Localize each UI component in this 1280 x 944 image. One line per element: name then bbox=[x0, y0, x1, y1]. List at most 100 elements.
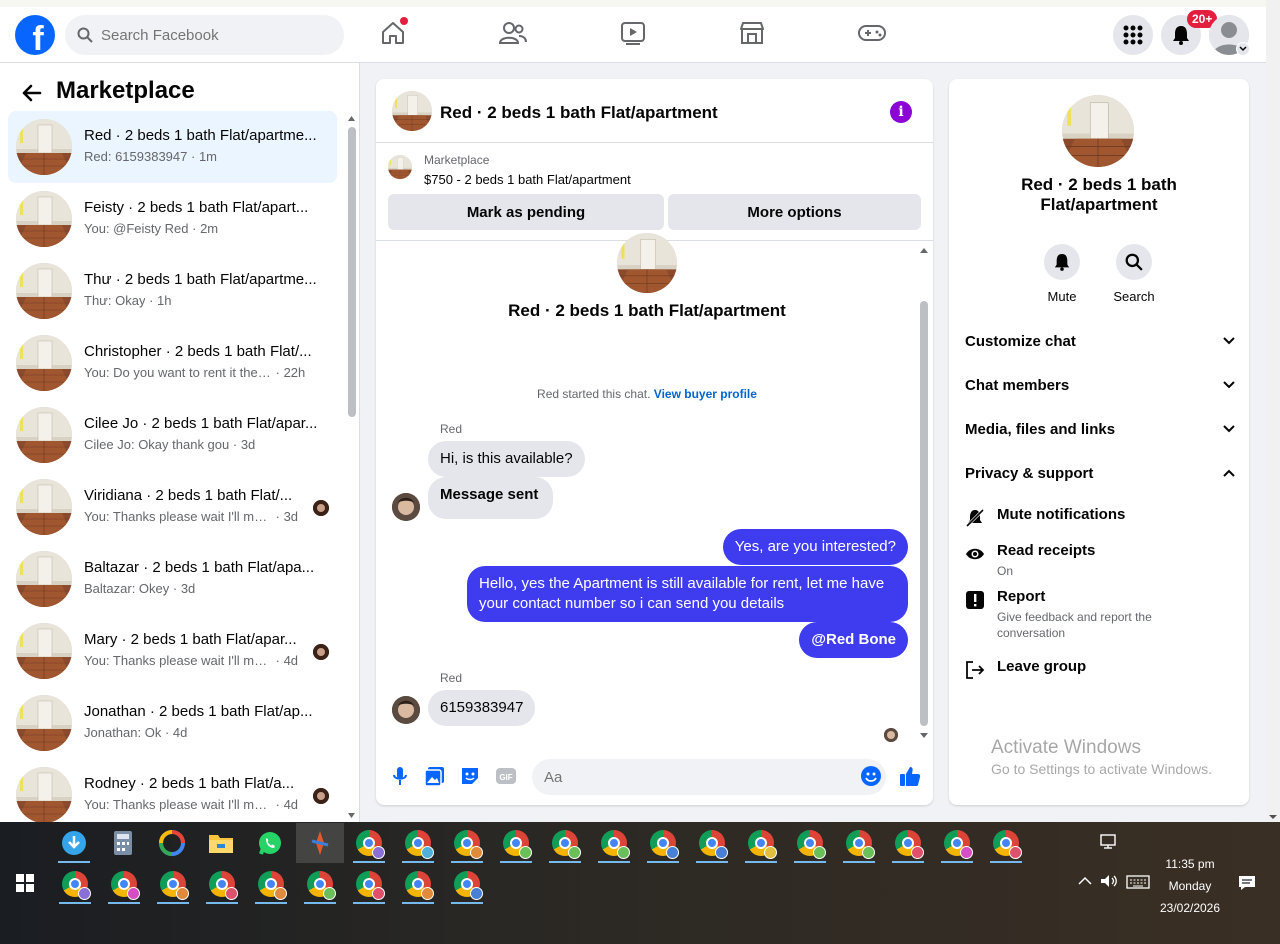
taskbar-chrome-window[interactable] bbox=[688, 823, 736, 863]
search-action[interactable]: Search bbox=[1104, 244, 1164, 304]
search-box[interactable] bbox=[65, 15, 344, 55]
sender-avatar[interactable] bbox=[392, 493, 420, 521]
taskbar-chrome-window[interactable] bbox=[737, 823, 785, 863]
page-scrollbar[interactable] bbox=[1266, 0, 1280, 822]
marketplace-tab[interactable] bbox=[737, 18, 767, 48]
view-buyer-profile-link[interactable]: View buyer profile bbox=[654, 387, 757, 401]
apartment-photo bbox=[16, 767, 72, 822]
menu-button[interactable] bbox=[1113, 15, 1153, 55]
conversation-item[interactable]: Viridiana · 2 beds 1 bath Flat/... You: T… bbox=[8, 471, 337, 543]
taskbar-chrome-window[interactable] bbox=[198, 864, 246, 904]
thumbs-up-icon[interactable] bbox=[899, 765, 921, 787]
report-item[interactable]: Report Give feedback and report the conv… bbox=[965, 588, 1235, 644]
mute-notifications-item[interactable]: Mute notifications bbox=[965, 506, 1235, 530]
taskbar-chrome-window[interactable] bbox=[394, 823, 442, 863]
taskbar-chrome-window[interactable] bbox=[51, 864, 99, 904]
chrome-icon bbox=[454, 871, 483, 900]
tray-network[interactable] bbox=[1100, 834, 1118, 850]
profile-badge bbox=[274, 887, 287, 900]
taskbar-chrome-window[interactable] bbox=[345, 864, 393, 904]
taskbar-chrome-window[interactable] bbox=[296, 864, 344, 904]
listing-title[interactable]: $750 - 2 beds 1 bath Flat/apartment bbox=[424, 172, 631, 187]
taskbar-app-google[interactable] bbox=[148, 823, 196, 863]
taskbar-app-downloader[interactable] bbox=[50, 823, 98, 863]
taskbar-app-calculator[interactable] bbox=[99, 823, 147, 863]
conversation-item[interactable]: Jonathan · 2 beds 1 bath Flat/ap... Jonat… bbox=[8, 687, 337, 759]
sticker-icon[interactable] bbox=[459, 765, 481, 787]
microphone-icon[interactable] bbox=[389, 765, 411, 787]
friends-tab[interactable] bbox=[498, 18, 528, 48]
taskbar-chrome-window[interactable] bbox=[835, 823, 883, 863]
facebook-logo[interactable]: f bbox=[15, 15, 55, 55]
details-listing-photo[interactable] bbox=[1062, 95, 1134, 167]
photo-icon[interactable] bbox=[424, 765, 446, 787]
outgoing-mention-message[interactable]: @Red Bone bbox=[799, 622, 908, 658]
tray-overflow[interactable] bbox=[1078, 876, 1092, 886]
message-input[interactable] bbox=[532, 759, 886, 795]
watch-tab[interactable] bbox=[618, 18, 648, 48]
mute-button[interactable] bbox=[1044, 244, 1080, 280]
incoming-message-sent-card[interactable]: Message sent bbox=[428, 477, 554, 519]
incoming-message[interactable]: 6159383947 bbox=[428, 690, 536, 726]
chat-members-section[interactable]: Chat members bbox=[965, 373, 1235, 397]
taskbar-chrome-window[interactable] bbox=[982, 823, 1030, 863]
chat-header-avatar[interactable] bbox=[392, 91, 432, 131]
back-button[interactable] bbox=[20, 81, 44, 105]
read-receipts-item[interactable]: Read receipts On bbox=[965, 542, 1235, 582]
privacy-support-section[interactable]: Privacy & support bbox=[965, 461, 1235, 485]
tray-volume[interactable] bbox=[1100, 874, 1118, 888]
taskbar-chrome-window[interactable] bbox=[100, 864, 148, 904]
gif-icon[interactable]: GIF bbox=[495, 765, 517, 787]
taskbar-chrome-window[interactable] bbox=[443, 864, 491, 904]
chat-title[interactable]: Red · 2 beds 1 bath Flat/apartment bbox=[440, 103, 718, 123]
mark-as-pending-button[interactable]: Mark as pending bbox=[388, 194, 664, 230]
info-icon[interactable]: i bbox=[890, 101, 912, 123]
sidebar-title: Marketplace bbox=[56, 77, 195, 104]
taskbar-chrome-window[interactable] bbox=[247, 864, 295, 904]
tray-keyboard[interactable] bbox=[1126, 875, 1150, 889]
chat-scrollbar-thumb[interactable] bbox=[920, 301, 928, 726]
taskbar-chrome-window[interactable] bbox=[345, 823, 393, 863]
taskbar-chrome-window[interactable] bbox=[590, 823, 638, 863]
gaming-tab[interactable] bbox=[857, 18, 887, 48]
taskbar-app-whatsapp[interactable] bbox=[246, 823, 294, 863]
outgoing-message[interactable]: Hello, yes the Apartment is still availa… bbox=[467, 566, 908, 622]
more-options-button[interactable]: More options bbox=[668, 194, 921, 230]
conversation-item[interactable]: Mary · 2 beds 1 bath Flat/apar... You: Th… bbox=[8, 615, 337, 687]
listing-thumbnail[interactable] bbox=[388, 155, 412, 179]
taskbar-chrome-window[interactable] bbox=[786, 823, 834, 863]
taskbar-chrome-window[interactable] bbox=[149, 864, 197, 904]
action-center-button[interactable] bbox=[1238, 875, 1256, 891]
taskbar-chrome-window[interactable] bbox=[639, 823, 687, 863]
conversation-item[interactable]: Baltazar · 2 beds 1 bath Flat/apa... Balt… bbox=[8, 543, 337, 615]
conversation-item[interactable]: Thư · 2 beds 1 bath Flat/apartme... Thư: … bbox=[8, 255, 337, 327]
incoming-message[interactable]: Hi, is this available? bbox=[428, 441, 585, 477]
tray-clock[interactable]: 11:35 pm Monday 23/02/2026 bbox=[1150, 853, 1230, 919]
search-input[interactable] bbox=[101, 26, 331, 44]
taskbar-chrome-window[interactable] bbox=[394, 864, 442, 904]
sender-avatar[interactable] bbox=[392, 696, 420, 724]
search-button[interactable] bbox=[1116, 244, 1152, 280]
taskbar-chrome-window[interactable] bbox=[541, 823, 589, 863]
customize-chat-section[interactable]: Customize chat bbox=[965, 329, 1235, 353]
taskbar-chrome-window[interactable] bbox=[492, 823, 540, 863]
media-files-links-section[interactable]: Media, files and links bbox=[965, 417, 1235, 441]
conversation-item[interactable]: Red · 2 beds 1 bath Flat/apartme... Red: … bbox=[8, 111, 337, 183]
leave-group-item[interactable]: Leave group bbox=[965, 658, 1235, 682]
home-tab[interactable] bbox=[378, 17, 408, 48]
taskbar-chrome-window[interactable] bbox=[884, 823, 932, 863]
taskbar-app-active[interactable] bbox=[296, 823, 344, 863]
mute-action[interactable]: Mute bbox=[1032, 244, 1092, 304]
start-button[interactable] bbox=[16, 874, 34, 892]
outgoing-message[interactable]: Yes, are you interested? bbox=[722, 529, 908, 565]
account-menu-caret[interactable] bbox=[1236, 42, 1250, 56]
conversation-item[interactable]: Feisty · 2 beds 1 bath Flat/apart... You:… bbox=[8, 183, 337, 255]
emoji-icon[interactable] bbox=[860, 765, 882, 787]
sidebar-scrollbar-thumb[interactable] bbox=[348, 127, 356, 417]
taskbar-app-file-explorer[interactable] bbox=[197, 823, 245, 863]
taskbar-chrome-window[interactable] bbox=[933, 823, 981, 863]
conversation-item[interactable]: Christopher · 2 beds 1 bath Flat/... You:… bbox=[8, 327, 337, 399]
taskbar-chrome-window[interactable] bbox=[443, 823, 491, 863]
conversation-item[interactable]: Cilee Jo · 2 beds 1 bath Flat/apar... Cil… bbox=[8, 399, 337, 471]
conversation-item[interactable]: Rodney · 2 beds 1 bath Flat/a... You: Tha… bbox=[8, 759, 337, 822]
